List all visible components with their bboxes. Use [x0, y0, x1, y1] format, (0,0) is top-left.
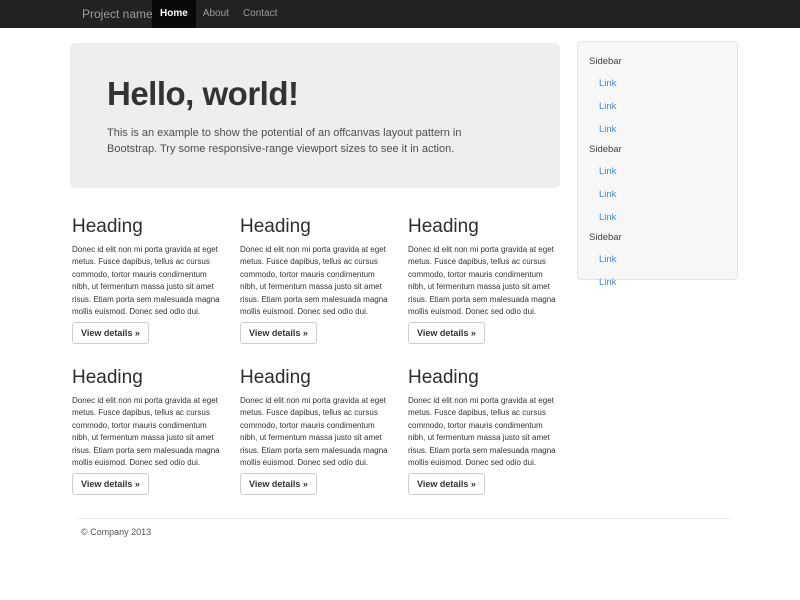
- sidebar-link[interactable]: Link: [589, 95, 726, 118]
- view-details-button[interactable]: View details »: [240, 322, 317, 344]
- navbar: Project name HomeAboutContact: [0, 0, 800, 28]
- sidebar-heading: Sidebar: [589, 232, 726, 243]
- footer-copyright: © Company 2013: [81, 527, 151, 537]
- card-body-text: Donec id elit non mi porta gravida at eg…: [408, 244, 562, 318]
- page: Project name HomeAboutContact Hello, wor…: [0, 0, 800, 600]
- sidebar-group: Sidebar LinkLinkLink: [589, 56, 726, 141]
- navbar-menu: HomeAboutContact: [152, 0, 284, 28]
- view-details-button[interactable]: View details »: [72, 473, 149, 495]
- navbar-item[interactable]: About: [196, 0, 236, 28]
- sidebar-link[interactable]: Link: [589, 72, 726, 95]
- card-heading: Heading: [72, 216, 230, 237]
- sidebar-link[interactable]: Link: [589, 206, 726, 229]
- sidebar-group: Sidebar LinkLink: [589, 232, 726, 294]
- jumbotron: Hello, world! This is an example to show…: [70, 43, 560, 188]
- sidebar-panel: Sidebar LinkLinkLink Sidebar LinkLinkLin…: [577, 41, 738, 280]
- card-heading: Heading: [240, 367, 398, 388]
- sidebar-heading: Sidebar: [589, 144, 726, 155]
- footer-divider: [78, 518, 730, 519]
- view-details-button[interactable]: View details »: [72, 322, 149, 344]
- card-body-text: Donec id elit non mi porta gravida at eg…: [72, 395, 226, 469]
- sidebar-group: Sidebar LinkLinkLink: [589, 144, 726, 229]
- view-details-button[interactable]: View details »: [408, 473, 485, 495]
- navbar-item[interactable]: Contact: [236, 0, 284, 28]
- view-details-button[interactable]: View details »: [408, 322, 485, 344]
- card-body-text: Donec id elit non mi porta gravida at eg…: [240, 395, 394, 469]
- jumbotron-description: This is an example to show the potential…: [107, 125, 505, 157]
- content-card: Heading Donec id elit non mi porta gravi…: [408, 216, 566, 344]
- card-heading: Heading: [240, 216, 398, 237]
- card-heading: Heading: [72, 367, 230, 388]
- navbar-item[interactable]: Home: [152, 0, 196, 28]
- view-details-button[interactable]: View details »: [240, 473, 317, 495]
- content-card: Heading Donec id elit non mi porta gravi…: [72, 367, 230, 495]
- content-card: Heading Donec id elit non mi porta gravi…: [72, 216, 230, 344]
- card-body-text: Donec id elit non mi porta gravida at eg…: [240, 244, 394, 318]
- card-heading: Heading: [408, 367, 566, 388]
- sidebar-link[interactable]: Link: [589, 271, 726, 294]
- card-body-text: Donec id elit non mi porta gravida at eg…: [408, 395, 562, 469]
- sidebar-link[interactable]: Link: [589, 118, 726, 141]
- content-card: Heading Donec id elit non mi porta gravi…: [240, 367, 398, 495]
- sidebar-link[interactable]: Link: [589, 183, 726, 206]
- navbar-brand[interactable]: Project name: [82, 0, 153, 28]
- sidebar-heading: Sidebar: [589, 56, 726, 67]
- sidebar-link[interactable]: Link: [589, 160, 726, 183]
- card-body-text: Donec id elit non mi porta gravida at eg…: [72, 244, 226, 318]
- card-heading: Heading: [408, 216, 566, 237]
- content-card: Heading Donec id elit non mi porta gravi…: [240, 216, 398, 344]
- jumbotron-title: Hello, world!: [107, 75, 522, 112]
- sidebar-link[interactable]: Link: [589, 248, 726, 271]
- content-card: Heading Donec id elit non mi porta gravi…: [408, 367, 566, 495]
